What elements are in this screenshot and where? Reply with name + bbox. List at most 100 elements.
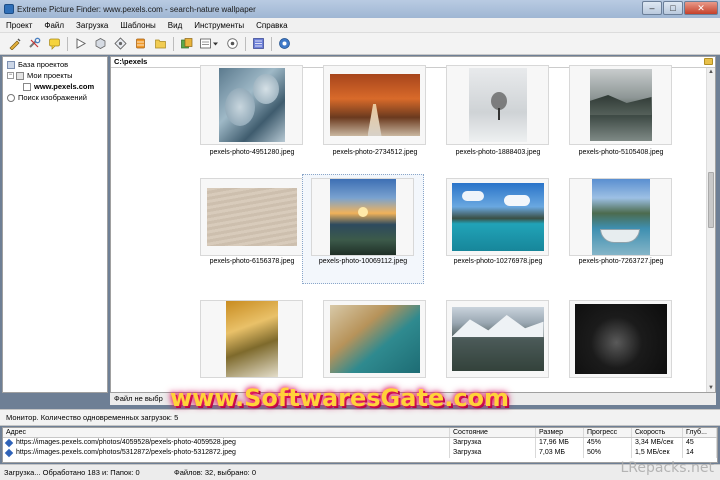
thumbnail-caption: pexels-photo-10069112.jpeg bbox=[318, 258, 408, 265]
close-button[interactable]: ✕ bbox=[684, 1, 718, 15]
thumbnail-item[interactable]: pexels-photo-2734512.jpeg bbox=[315, 65, 435, 181]
vertical-scrollbar[interactable]: ▲ ▼ bbox=[706, 68, 715, 392]
help-icon[interactable] bbox=[276, 36, 292, 52]
download-icon bbox=[4, 438, 14, 448]
toolbar bbox=[0, 33, 720, 55]
thumbnail-image bbox=[591, 179, 650, 255]
folder-open-icon[interactable] bbox=[152, 36, 168, 52]
settings-icon[interactable] bbox=[26, 36, 42, 52]
tree-item-image-search[interactable]: Поиск изображений bbox=[3, 92, 107, 103]
thumbnail-image bbox=[589, 69, 652, 141]
thumbnail-item[interactable] bbox=[315, 300, 435, 392]
thumbnail-frame bbox=[311, 178, 414, 256]
column-header-size[interactable]: Размер bbox=[536, 428, 584, 437]
tree-item-my-projects[interactable]: − Мои проекты bbox=[3, 70, 107, 81]
menu-bar: Проект Файл Загрузка Шаблоны Вид Инструм… bbox=[0, 18, 720, 33]
menu-view[interactable]: Вид bbox=[162, 21, 188, 30]
thumbnail-image bbox=[451, 183, 544, 251]
column-header-speed[interactable]: Скорость bbox=[632, 428, 683, 437]
thumbnail-item[interactable]: pexels-photo-10276978.jpeg bbox=[438, 178, 558, 290]
menu-templates[interactable]: Шаблоны bbox=[114, 21, 161, 30]
scroll-down-icon[interactable]: ▼ bbox=[707, 384, 715, 392]
thumbnail-item[interactable] bbox=[561, 300, 681, 392]
status-processed: Загрузка... Обработано 183 и: Папок: 0 bbox=[4, 468, 140, 477]
stop-icon[interactable] bbox=[92, 36, 108, 52]
folder-icon[interactable] bbox=[704, 58, 713, 65]
scroll-up-icon[interactable]: ▲ bbox=[707, 68, 715, 77]
collapse-icon[interactable]: − bbox=[7, 72, 14, 79]
column-header-address[interactable]: Адрес bbox=[3, 428, 450, 437]
table-row[interactable]: https://images.pexels.com/photos/4059528… bbox=[3, 438, 717, 448]
tree-item-label: Поиск изображений bbox=[18, 93, 87, 102]
thumbnail-item[interactable]: pexels-photo-5105408.jpeg bbox=[561, 65, 681, 181]
menu-help[interactable]: Справка bbox=[250, 21, 293, 30]
row-progress: 45% bbox=[584, 438, 632, 448]
thumbnail-item[interactable] bbox=[438, 300, 558, 392]
row-speed: 1,5 МБ/сек bbox=[632, 448, 683, 458]
thumbnail-item[interactable]: pexels-photo-4951280.jpeg bbox=[192, 65, 312, 181]
new-project-icon[interactable] bbox=[6, 36, 22, 52]
thumbnail-image bbox=[451, 307, 544, 371]
row-depth: 14 bbox=[683, 448, 717, 458]
filter-icon[interactable] bbox=[112, 36, 128, 52]
comment-icon[interactable] bbox=[46, 36, 62, 52]
toolbar-separator bbox=[245, 36, 246, 51]
tree-item-pexels[interactable]: www.pexels.com bbox=[3, 81, 107, 92]
project-tree: База проектов − Мои проекты www.pexels.c… bbox=[2, 56, 108, 393]
minimize-button[interactable]: – bbox=[642, 1, 662, 15]
column-header-status[interactable]: Состояние bbox=[450, 428, 536, 437]
toolbar-separator bbox=[67, 36, 68, 51]
folder-icon bbox=[16, 71, 24, 80]
thumbnail-frame bbox=[200, 300, 303, 378]
table-row[interactable]: https://images.pexels.com/photos/5312872… bbox=[3, 448, 717, 458]
menu-download[interactable]: Загрузка bbox=[70, 21, 114, 30]
add-images-icon[interactable] bbox=[178, 36, 194, 52]
watermark-text: www.SoftwaresGate.com bbox=[170, 384, 510, 412]
menu-tools[interactable]: Инструменты bbox=[188, 21, 250, 30]
column-header-progress[interactable]: Прогресс bbox=[584, 428, 632, 437]
scroll-thumb[interactable] bbox=[708, 172, 714, 228]
thumbnail-caption: pexels-photo-5105408.jpeg bbox=[578, 149, 664, 156]
thumbnail-image bbox=[329, 179, 396, 255]
menu-project[interactable]: Проект bbox=[0, 21, 38, 30]
database-icon[interactable] bbox=[132, 36, 148, 52]
downloads-table: Адрес Состояние Размер Прогресс Скорость… bbox=[2, 427, 718, 463]
thumbnail-frame bbox=[200, 178, 303, 256]
row-url-cell: https://images.pexels.com/photos/4059528… bbox=[3, 438, 450, 448]
view-icon[interactable] bbox=[198, 36, 220, 52]
database-icon bbox=[7, 60, 15, 69]
row-depth: 45 bbox=[683, 438, 717, 448]
thumbnail-item[interactable] bbox=[192, 300, 312, 392]
thumbnail-caption: pexels-photo-1888403.jpeg bbox=[455, 149, 541, 156]
row-progress: 50% bbox=[584, 448, 632, 458]
thumbnail-caption: pexels-photo-2734512.jpeg bbox=[332, 149, 418, 156]
thumbnail-frame bbox=[323, 65, 426, 145]
play-icon[interactable] bbox=[72, 36, 88, 52]
thumbnail-image bbox=[225, 301, 278, 377]
thumbnail-frame bbox=[446, 300, 549, 378]
tree-item-label: База проектов bbox=[18, 60, 69, 69]
thumbnail-caption: pexels-photo-7263727.jpeg bbox=[578, 258, 664, 265]
monitor-icon[interactable] bbox=[250, 36, 266, 52]
thumbnail-frame bbox=[446, 65, 549, 145]
corner-watermark: LRepacks.net bbox=[620, 460, 714, 476]
maximize-button[interactable]: □ bbox=[663, 1, 683, 15]
record-icon[interactable] bbox=[224, 36, 240, 52]
tree-item-project-base[interactable]: База проектов bbox=[3, 59, 107, 70]
thumbnail-item[interactable]: pexels-photo-7263727.jpeg bbox=[561, 178, 681, 290]
menu-file[interactable]: Файл bbox=[38, 21, 70, 30]
toolbar-separator bbox=[271, 36, 272, 51]
thumbnail-frame bbox=[569, 65, 672, 145]
status-files: Файлов: 32, выбрано: 0 bbox=[174, 468, 257, 477]
thumbnail-image bbox=[206, 188, 297, 246]
search-icon bbox=[7, 93, 15, 102]
thumbnail-item[interactable]: pexels-photo-6156378.jpeg bbox=[192, 178, 312, 290]
column-header-depth[interactable]: Глуб... bbox=[683, 428, 717, 437]
thumbnail-image bbox=[329, 305, 420, 373]
window-title: Extreme Picture Finder: www.pexels.com -… bbox=[17, 4, 256, 14]
row-status: Загрузка bbox=[450, 438, 536, 448]
download-icon bbox=[4, 448, 14, 458]
thumbnail-item[interactable]: pexels-photo-1888403.jpeg bbox=[438, 65, 558, 181]
window-controls: – □ ✕ bbox=[641, 1, 718, 15]
thumbnail-item-selected[interactable]: pexels-photo-10069112.jpeg bbox=[302, 174, 424, 284]
